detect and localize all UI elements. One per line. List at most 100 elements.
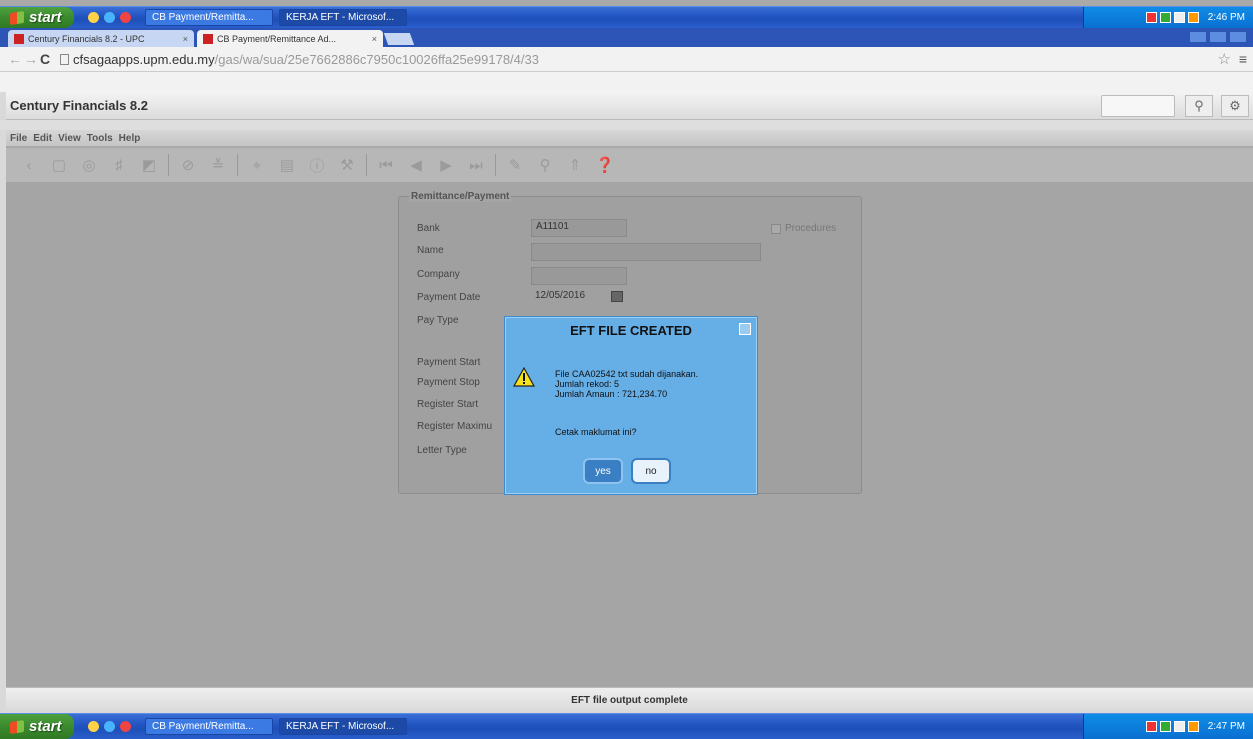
quicklaunch-icon[interactable] xyxy=(88,12,99,23)
undo-icon[interactable]: ‹ xyxy=(14,154,44,176)
new-tab-button[interactable] xyxy=(383,33,415,45)
payment-date-label: Payment Date xyxy=(417,292,481,303)
spacer xyxy=(0,120,1253,130)
system-tray: 2:46 PM xyxy=(1083,7,1253,28)
procedures-checkbox[interactable]: Procedures xyxy=(771,223,836,234)
print-icon[interactable]: ◩ xyxy=(134,154,164,176)
first-record-icon[interactable]: ⏮ xyxy=(371,154,401,176)
tray-icon[interactable] xyxy=(1187,721,1199,732)
url-field[interactable]: cfsagaapps.upm.edu.my/gas/wa/sua/25e7662… xyxy=(60,52,539,67)
window-controls xyxy=(1189,31,1247,43)
task-button-word[interactable]: KERJA EFT - Microsof... xyxy=(279,718,407,735)
help-icon[interactable]: ❓ xyxy=(590,154,620,176)
tray-icon[interactable] xyxy=(1173,721,1185,732)
menu-help[interactable]: Help xyxy=(119,133,141,144)
bank-label: Bank xyxy=(417,223,440,234)
app-header: Century Financials 8.2 ⚲ ⚙ xyxy=(6,92,1253,120)
quicklaunch-icon[interactable] xyxy=(120,721,131,732)
tray-icon[interactable] xyxy=(1159,12,1171,23)
close-tab-icon[interactable]: × xyxy=(183,34,188,44)
settings-icon[interactable]: ⚙ xyxy=(1221,95,1249,117)
quicklaunch-icon[interactable] xyxy=(104,12,115,23)
payment-start-label: Payment Start xyxy=(417,357,481,368)
tray-icon[interactable] xyxy=(1145,721,1157,732)
maximize-icon[interactable] xyxy=(1209,31,1227,43)
search-icon[interactable]: ⚲ xyxy=(1185,95,1213,117)
bookmark-star-icon[interactable]: ☆ xyxy=(1218,50,1231,68)
copy-icon[interactable]: ▤ xyxy=(272,154,302,176)
close-tab-icon[interactable]: × xyxy=(372,34,377,44)
binoculars-icon[interactable]: ♯ xyxy=(104,154,134,176)
menu-tools[interactable]: Tools xyxy=(87,133,113,144)
quicklaunch-icon[interactable] xyxy=(104,721,115,732)
name-field[interactable] xyxy=(531,243,761,261)
header-search-input[interactable] xyxy=(1101,95,1175,117)
yes-button[interactable]: yes xyxy=(583,458,623,484)
task-button-chrome[interactable]: CB Payment/Remitta... xyxy=(145,9,273,26)
menu-edit[interactable]: Edit xyxy=(33,133,52,144)
eft-file-created-dialog: EFT FILE CREATED File CAA02542 txt sudah… xyxy=(504,316,758,495)
register-start-label: Register Start xyxy=(417,399,479,410)
toolbar-separator xyxy=(495,154,496,176)
bank-field[interactable]: A11101 xyxy=(531,219,627,237)
new-record-icon[interactable]: ▢ xyxy=(44,154,74,176)
tools-icon[interactable]: ⚒ xyxy=(332,154,362,176)
back-icon[interactable]: ← xyxy=(8,51,24,67)
tray-icon[interactable] xyxy=(1187,12,1199,23)
query-icon[interactable]: ◎ xyxy=(74,154,104,176)
minimize-icon[interactable] xyxy=(1189,31,1207,43)
reload-icon[interactable]: C xyxy=(40,51,60,67)
panel-legend: Remittance/Payment xyxy=(409,191,512,202)
start-button[interactable]: start xyxy=(0,7,74,28)
app-title: Century Financials 8.2 xyxy=(10,98,148,113)
browser-tab-active[interactable]: CB Payment/Remittance Ad... × xyxy=(197,30,383,47)
clock: 2:46 PM xyxy=(1207,12,1245,23)
close-icon[interactable] xyxy=(1229,31,1247,43)
payment-date-field[interactable]: 12/05/2016 xyxy=(531,289,589,301)
no-button[interactable]: no xyxy=(631,458,671,484)
calendar-icon[interactable] xyxy=(611,291,623,302)
find-icon[interactable]: ⌖ xyxy=(242,154,272,176)
warning-icon xyxy=(513,367,535,387)
cancel-icon[interactable]: ⊘ xyxy=(173,154,203,176)
previous-record-icon[interactable]: ◀ xyxy=(401,154,431,176)
name-label: Name xyxy=(417,245,444,256)
info-icon[interactable]: ⓘ xyxy=(302,154,332,176)
task-button-chrome[interactable]: CB Payment/Remitta... xyxy=(145,718,273,735)
checkbox-icon xyxy=(771,223,781,234)
menu-view[interactable]: View xyxy=(58,133,81,144)
edit-icon[interactable]: ✎ xyxy=(500,154,530,176)
company-field[interactable] xyxy=(531,267,627,285)
browser-tab[interactable]: Century Financials 8.2 - UPC × xyxy=(8,30,194,47)
toolbar-separator xyxy=(366,154,367,176)
menu-bar: File Edit View Tools Help xyxy=(6,130,1253,146)
register-maximum-label: Register Maximu xyxy=(417,421,493,432)
last-record-icon[interactable]: ⏭ xyxy=(461,154,491,176)
start-button[interactable]: start xyxy=(0,714,74,739)
dialog-close-icon[interactable] xyxy=(739,323,751,335)
toolbar-separator xyxy=(168,154,169,176)
letter-type-label: Letter Type xyxy=(417,445,467,456)
chrome-menu-icon[interactable]: ≡ xyxy=(1239,51,1247,67)
favicon-icon xyxy=(203,33,213,44)
menu-file[interactable]: File xyxy=(10,133,27,144)
dialog-body: File CAA02542 txt sudah dijanakan. Jumla… xyxy=(513,343,749,487)
attach-icon[interactable]: ⚲ xyxy=(530,154,560,176)
task-button-word[interactable]: KERJA EFT - Microsof... xyxy=(279,9,407,26)
tray-icon[interactable] xyxy=(1145,12,1157,23)
taskbar-top: start CB Payment/Remitta... KERJA EFT - … xyxy=(0,6,1253,28)
export-icon[interactable]: ⇑ xyxy=(560,154,590,176)
quick-launch xyxy=(88,12,131,23)
quicklaunch-icon[interactable] xyxy=(88,721,99,732)
spacer xyxy=(0,72,1253,92)
pay-type-label: Pay Type xyxy=(417,315,459,326)
tray-icon[interactable] xyxy=(1173,12,1185,23)
quicklaunch-icon[interactable] xyxy=(120,12,131,23)
page-icon xyxy=(60,53,69,65)
clock: 2:47 PM xyxy=(1207,721,1245,732)
forward-icon[interactable]: → xyxy=(24,51,40,67)
dialog-title: EFT FILE CREATED xyxy=(570,322,692,338)
save-icon[interactable]: ≚ xyxy=(203,154,233,176)
next-record-icon[interactable]: ▶ xyxy=(431,154,461,176)
tray-icon[interactable] xyxy=(1159,721,1171,732)
